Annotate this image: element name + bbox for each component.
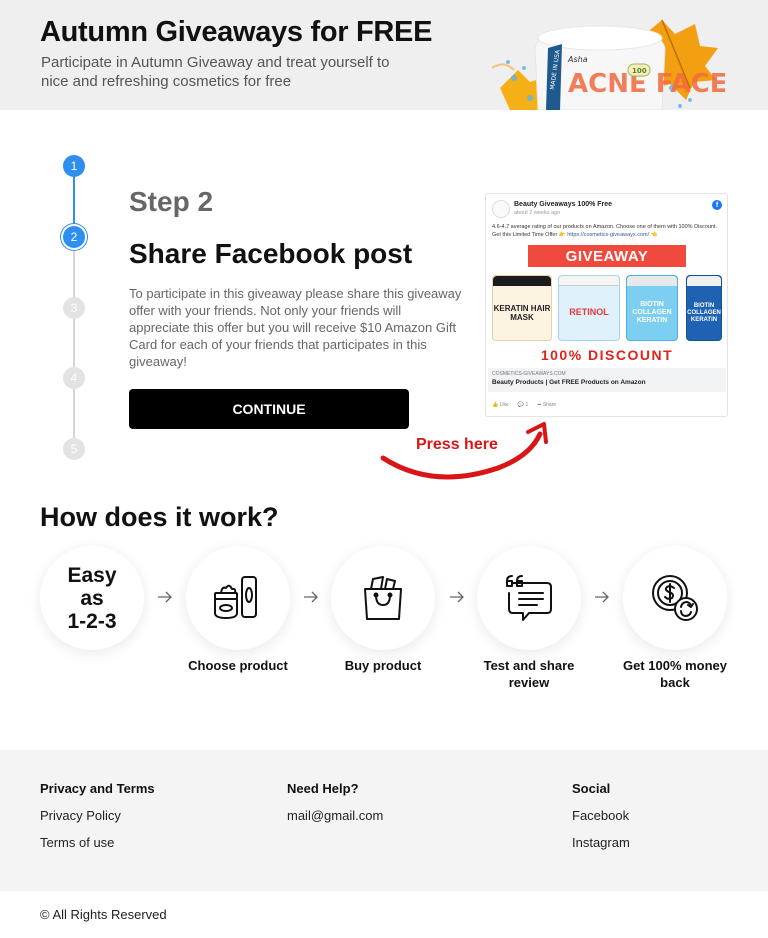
- hero-title: Autumn Giveaways for FREE: [40, 16, 433, 48]
- step-title: Share Facebook post: [129, 238, 413, 269]
- link-preview[interactable]: COSMETICS-GIVEAWAYS.COM Beauty Products …: [488, 368, 726, 392]
- footer-heading-privacy: Privacy and Terms: [40, 781, 155, 796]
- facebook-icon: f: [712, 200, 722, 210]
- arrow-right-icon: [450, 591, 464, 603]
- terms-of-use-link[interactable]: Terms of use: [40, 835, 114, 850]
- choose-product-step: [186, 546, 290, 650]
- copyright-text: © All Rights Reserved: [40, 907, 167, 922]
- review-icon: [506, 575, 552, 621]
- footer-heading-social: Social: [572, 781, 611, 796]
- facebook-post-preview[interactable]: Beauty Giveaways 100% Free about 2 weeks…: [485, 193, 728, 417]
- arrow-right-icon: [304, 591, 318, 603]
- comment-action[interactable]: 💬 1: [518, 402, 528, 408]
- step-indicator-5: 5: [63, 438, 85, 460]
- share-action[interactable]: ➦ Share: [537, 402, 556, 408]
- step-indicator-3: 3: [63, 297, 85, 319]
- choose-product-label: Choose product: [188, 658, 288, 673]
- stepper-progress: [73, 176, 75, 226]
- post-image[interactable]: GIVEAWAY KERATIN HAIR MASK RETINOL BIOTI…: [488, 241, 726, 366]
- easy-badge: Easy as 1-2-3: [40, 546, 144, 650]
- hero-subtitle: Participate in Autumn Giveaway and treat…: [41, 54, 390, 90]
- cosmetics-icon: [214, 576, 257, 619]
- post-timestamp: about 2 weeks ago: [514, 210, 561, 216]
- discount-text: 100% DISCOUNT: [540, 347, 674, 363]
- step-number-label: Step 2: [129, 186, 214, 217]
- money-back-icon: [652, 575, 698, 621]
- buy-product-label: Buy product: [344, 658, 422, 673]
- money-back-label: Get 100% money back: [622, 658, 728, 690]
- giveaway-banner: GIVEAWAY: [528, 245, 686, 267]
- shopping-bag-icon: [364, 576, 402, 620]
- continue-button[interactable]: CONTINUE: [129, 389, 409, 429]
- privacy-policy-link[interactable]: Privacy Policy: [40, 808, 121, 823]
- hero-banner: Autumn Giveaways for FREE Participate in…: [0, 0, 768, 110]
- step-indicator-1[interactable]: 1: [63, 155, 85, 177]
- buy-product-step: [331, 546, 435, 650]
- post-actions: 👍 Like 💬 1 ➦ Share: [492, 402, 556, 408]
- instagram-link[interactable]: Instagram: [572, 835, 630, 850]
- product-retinol: RETINOL: [558, 275, 620, 341]
- step-indicator-2[interactable]: 2: [63, 226, 85, 248]
- post-text: 4.6-4.7 average rating of our products o…: [492, 224, 718, 238]
- link-headline: Beauty Products | Get FREE Products on A…: [492, 379, 646, 386]
- money-back-step: [623, 546, 727, 650]
- hero-product-image: MADE IN USA Asha ACNE FACE 100: [491, 19, 725, 110]
- product-biotin-mask: BIOTIN COLLAGEN KERATIN: [626, 275, 678, 341]
- page-avatar: [492, 200, 510, 218]
- step-indicator-4: 4: [63, 367, 85, 389]
- link-domain: COSMETICS-GIVEAWAYS.COM: [492, 371, 566, 377]
- post-link[interactable]: https://cosmetics-giveaways.com/: [567, 232, 649, 238]
- facebook-link[interactable]: Facebook: [572, 808, 629, 823]
- step-description: To participate in this giveaway please s…: [129, 286, 462, 369]
- support-email-link[interactable]: mail@gmail.com: [287, 808, 383, 823]
- post-page-name: Beauty Giveaways 100% Free: [514, 201, 613, 208]
- like-action[interactable]: 👍 Like: [492, 402, 509, 408]
- footer-heading-help: Need Help?: [287, 781, 359, 796]
- test-share-review-label: Test and share review: [483, 658, 575, 690]
- svg-text:100: 100: [632, 67, 647, 75]
- product-keratin-mask: KERATIN HAIR MASK: [492, 275, 552, 341]
- svg-text:Asha: Asha: [567, 55, 588, 64]
- arrow-right-icon: [595, 591, 609, 603]
- arrow-right-icon: [158, 591, 172, 603]
- press-here-label: Press here: [416, 436, 498, 453]
- product-biotin-shampoo: BIOTIN COLLAGEN KERATIN: [686, 275, 722, 341]
- how-it-works-title: How does it work?: [40, 502, 279, 532]
- review-step: [477, 546, 581, 650]
